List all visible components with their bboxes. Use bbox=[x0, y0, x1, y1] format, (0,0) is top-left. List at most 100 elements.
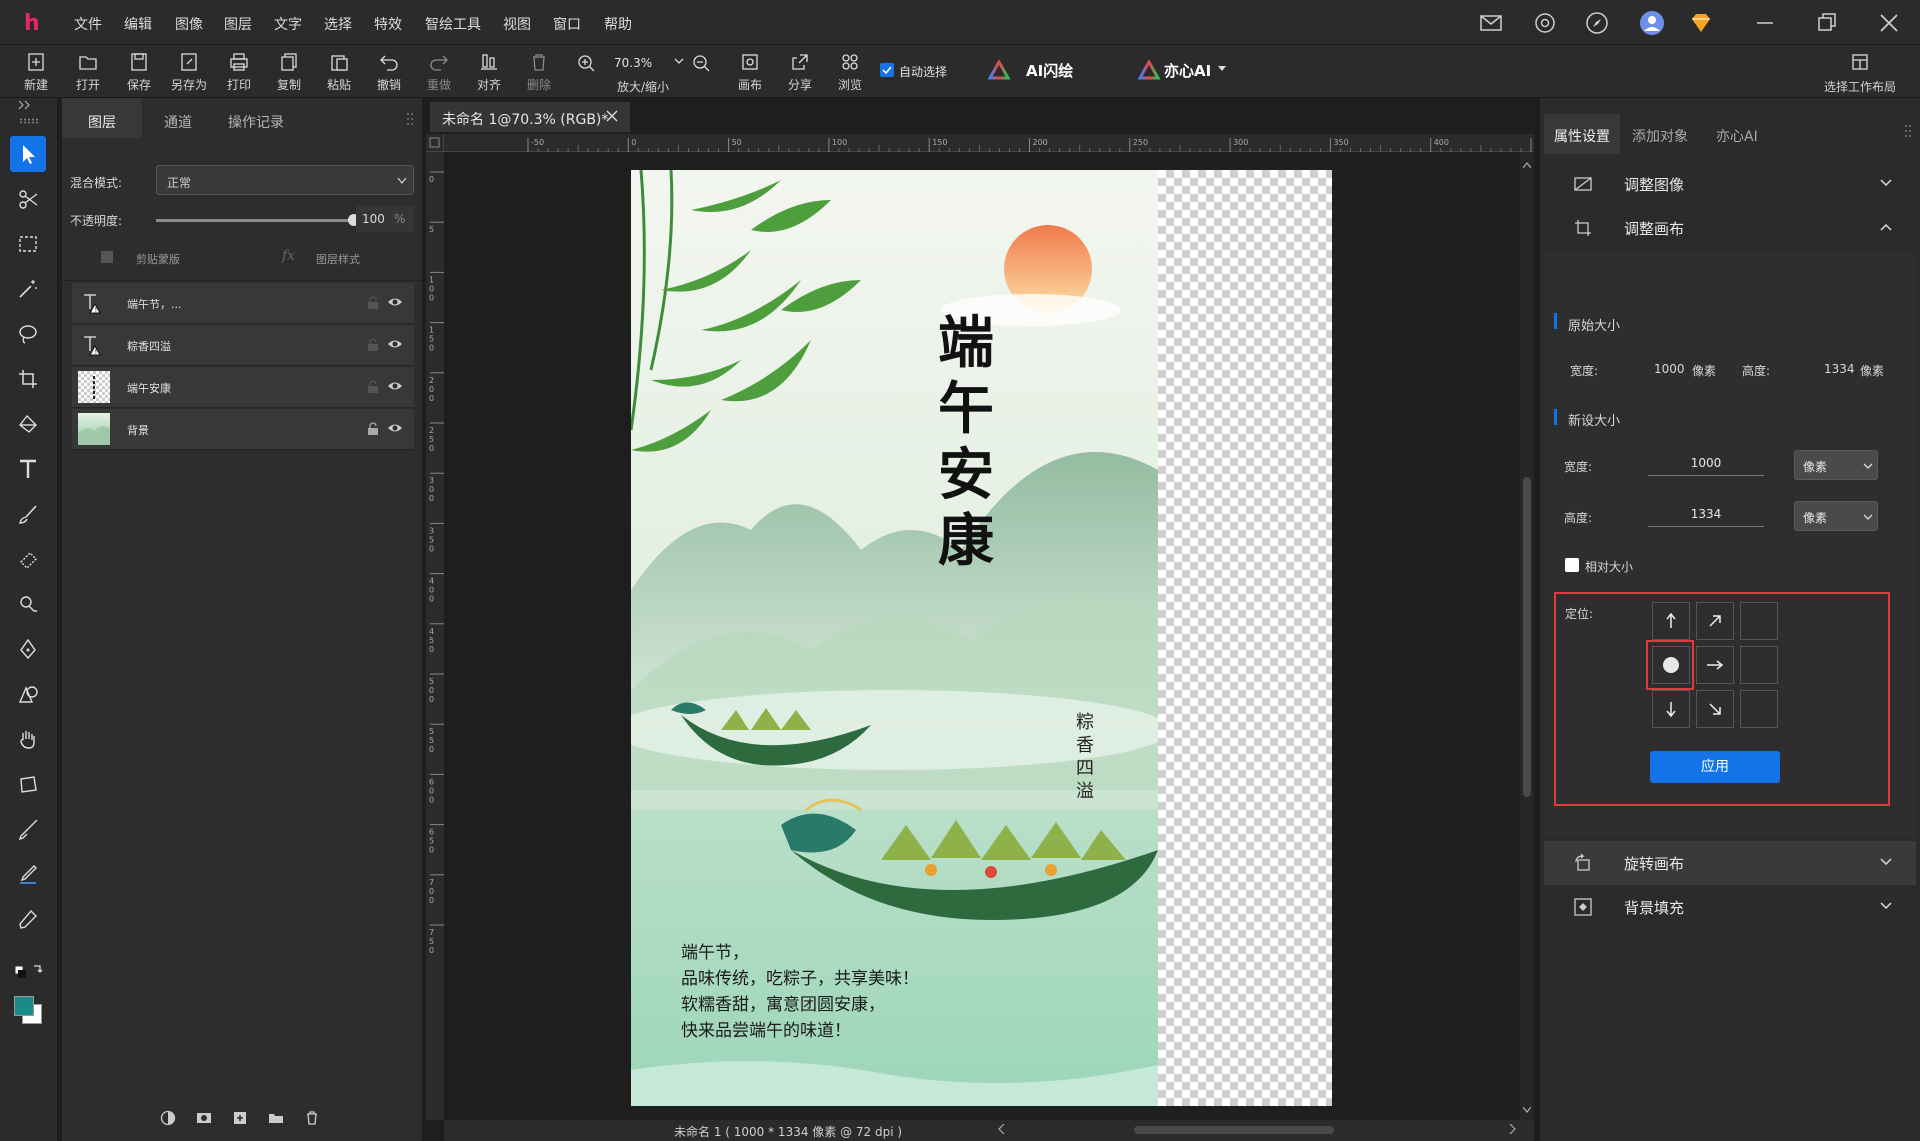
chevron-down-icon[interactable] bbox=[674, 56, 684, 66]
menu-item[interactable]: 选择 bbox=[324, 14, 352, 34]
anchor-right-arrow-icon[interactable] bbox=[1696, 646, 1734, 684]
workspace-label[interactable]: 选择工作布局 bbox=[1824, 78, 1896, 95]
panel-grip-icon[interactable] bbox=[406, 112, 414, 126]
tab-properties[interactable]: 属性设置 bbox=[1554, 126, 1610, 146]
compass-icon[interactable] bbox=[1584, 10, 1610, 36]
adjustment-layer-icon[interactable] bbox=[160, 1110, 176, 1126]
scroll-left-icon[interactable] bbox=[998, 1124, 1006, 1134]
menu-item[interactable]: 图像 bbox=[175, 14, 203, 34]
copy-button[interactable]: 复制 bbox=[267, 52, 311, 93]
menu-item[interactable]: 文字 bbox=[274, 14, 302, 34]
new-height-input[interactable]: 1334 bbox=[1648, 507, 1764, 527]
mail-icon[interactable] bbox=[1478, 10, 1504, 36]
tab-history[interactable]: 操作记录 bbox=[228, 112, 284, 132]
folder-icon[interactable] bbox=[268, 1110, 284, 1126]
transparent-canvas-area[interactable] bbox=[1158, 170, 1332, 1106]
ai-flash-button[interactable]: AI闪绘 bbox=[1026, 60, 1073, 81]
anchor-bottom-arrow-icon[interactable] bbox=[1652, 690, 1690, 728]
menu-item[interactable]: 智绘工具 bbox=[425, 14, 481, 34]
swap-colors-icon[interactable] bbox=[14, 962, 46, 980]
lock-icon[interactable] bbox=[367, 422, 379, 436]
anchor-bottom-right-cell[interactable] bbox=[1740, 690, 1778, 728]
lock-icon[interactable] bbox=[367, 338, 379, 352]
zoom-out-icon[interactable] bbox=[692, 54, 712, 74]
healing-brush-icon[interactable] bbox=[10, 811, 46, 847]
clip-mask-button[interactable]: 剪贴蒙版 bbox=[136, 251, 180, 267]
text-tool-icon[interactable] bbox=[10, 451, 46, 487]
move-tool-icon[interactable] bbox=[10, 136, 46, 172]
anchor-right-cell[interactable] bbox=[1740, 646, 1778, 684]
new-layer-icon[interactable] bbox=[232, 1110, 248, 1126]
vertical-scrollbar[interactable] bbox=[1520, 152, 1534, 1120]
shape-tool-icon[interactable] bbox=[10, 676, 46, 712]
redo-button[interactable]: 重做 bbox=[417, 52, 461, 93]
visibility-eye-icon[interactable] bbox=[387, 379, 403, 393]
align-button[interactable]: 对齐 bbox=[467, 52, 511, 93]
visibility-eye-icon[interactable] bbox=[387, 421, 403, 435]
menu-item[interactable]: 图层 bbox=[224, 14, 252, 34]
marquee-tool-icon[interactable] bbox=[10, 226, 46, 262]
document-tab[interactable]: 未命名 1@70.3% (RGB)* bbox=[430, 102, 630, 132]
layer-row[interactable]: 端午安康 bbox=[72, 367, 414, 408]
avatar[interactable] bbox=[1639, 10, 1665, 36]
relative-size-checkbox[interactable] bbox=[1565, 558, 1579, 572]
anchor-top-right-cell[interactable] bbox=[1740, 602, 1778, 640]
new-width-input[interactable]: 1000 bbox=[1648, 456, 1764, 476]
layer-row[interactable]: ! 端午节，... bbox=[72, 283, 414, 324]
opacity-slider-track[interactable] bbox=[156, 219, 354, 222]
save-as-button[interactable]: 另存为 bbox=[167, 52, 211, 93]
menu-item[interactable]: 编辑 bbox=[124, 14, 152, 34]
menu-item[interactable]: 帮助 bbox=[604, 14, 632, 34]
eraser-tool-icon[interactable] bbox=[10, 541, 46, 577]
vip-gem-icon[interactable] bbox=[1688, 10, 1714, 36]
anchor-top-arrow-icon[interactable] bbox=[1652, 602, 1690, 640]
undo-button[interactable]: 撤销 bbox=[367, 52, 411, 93]
magic-wand-tool-icon[interactable] bbox=[10, 271, 46, 307]
scroll-right-icon[interactable] bbox=[1508, 1124, 1516, 1134]
share-button[interactable]: 分享 bbox=[778, 52, 822, 93]
expand-icon[interactable] bbox=[18, 100, 32, 110]
canvas-button[interactable]: 画布 bbox=[728, 52, 772, 93]
settings-icon[interactable] bbox=[1532, 10, 1558, 36]
tab-layers[interactable]: 图层 bbox=[88, 112, 116, 132]
pen-tool-icon[interactable] bbox=[10, 631, 46, 667]
caret-down-icon[interactable] bbox=[1218, 66, 1226, 72]
menu-item[interactable]: 特效 bbox=[374, 14, 402, 34]
close-tab-icon[interactable] bbox=[606, 110, 618, 122]
apply-button[interactable]: 应用 bbox=[1650, 751, 1780, 783]
menu-item[interactable]: 视图 bbox=[503, 14, 531, 34]
browse-button[interactable]: 浏览 bbox=[828, 52, 872, 93]
tab-add-object[interactable]: 添加对象 bbox=[1632, 126, 1688, 146]
transform-tool-icon[interactable] bbox=[10, 766, 46, 802]
poster-canvas[interactable]: 端午安康 粽香四溢 端午节， 品味传统，吃粽子，共享美味！ 软糯香甜，寓意团圆安… bbox=[631, 170, 1158, 1106]
lock-icon[interactable] bbox=[367, 296, 379, 310]
print-button[interactable]: 打印 bbox=[217, 52, 261, 93]
vertical-scroll-thumb[interactable] bbox=[1523, 477, 1531, 797]
scroll-up-icon[interactable] bbox=[1523, 162, 1531, 168]
horizontal-scroll-thumb[interactable] bbox=[1134, 1126, 1334, 1134]
visibility-eye-icon[interactable] bbox=[387, 337, 403, 351]
anchor-bottom-right-arrow-icon[interactable] bbox=[1696, 690, 1734, 728]
scissors-tool-icon[interactable] bbox=[10, 181, 46, 217]
menu-item[interactable]: 窗口 bbox=[553, 14, 581, 34]
hand-tool-icon[interactable] bbox=[10, 721, 46, 757]
brush-tool-icon[interactable] bbox=[10, 496, 46, 532]
layer-row[interactable]: ! 粽香四溢 bbox=[72, 325, 414, 366]
open-button[interactable]: 打开 bbox=[66, 52, 110, 93]
zoom-in-icon[interactable] bbox=[577, 54, 597, 74]
section-adjust-canvas[interactable]: 调整画布 bbox=[1544, 206, 1916, 250]
opacity-input[interactable]: 100 % bbox=[356, 206, 414, 232]
auto-select-checkbox[interactable] bbox=[880, 63, 894, 77]
yixin-ai-icon[interactable] bbox=[1138, 60, 1160, 80]
mask-icon[interactable] bbox=[196, 1110, 212, 1126]
anchor-top-right-arrow-icon[interactable] bbox=[1696, 602, 1734, 640]
fill-tool-icon[interactable] bbox=[10, 406, 46, 442]
yixin-ai-button[interactable]: 亦心AI bbox=[1164, 60, 1211, 81]
visibility-eye-icon[interactable] bbox=[387, 295, 403, 309]
workspace-icon[interactable] bbox=[1850, 52, 1870, 72]
panel-grip-icon[interactable] bbox=[1904, 124, 1912, 138]
tab-yixin-ai[interactable]: 亦心AI bbox=[1716, 126, 1758, 146]
trash-icon[interactable] bbox=[304, 1110, 320, 1126]
save-button[interactable]: 保存 bbox=[117, 52, 161, 93]
layer-row[interactable]: 背景 bbox=[72, 409, 414, 450]
